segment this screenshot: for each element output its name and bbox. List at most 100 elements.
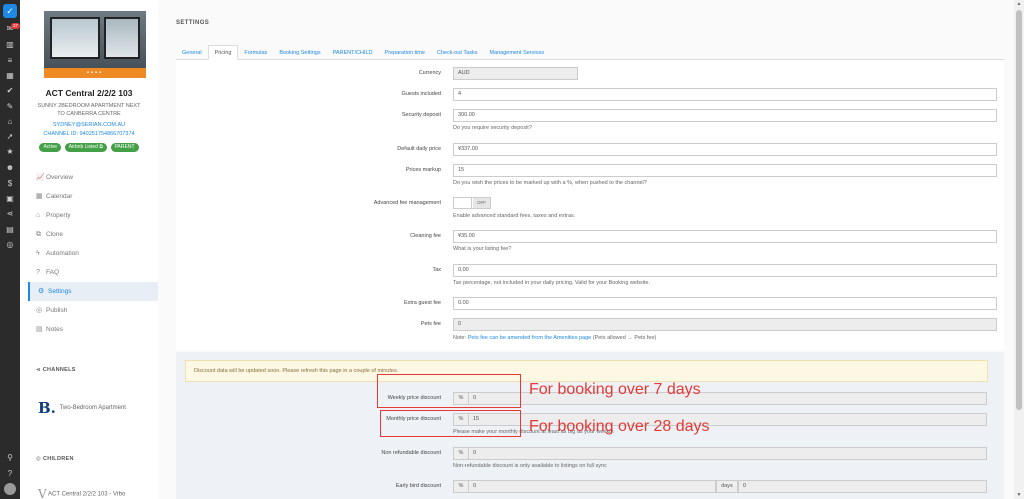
currency-select[interactable]: AUD	[453, 67, 578, 80]
non-refundable-help: Non-refundable discount is only availabl…	[453, 463, 607, 469]
daily-price-input[interactable]: ¥337.00	[453, 143, 997, 156]
tab-booking-settings[interactable]: Booking Settings	[273, 46, 326, 61]
cleaning-fee-label: Cleaning fee	[410, 233, 441, 239]
page-scrollbar[interactable]: ▲ ▼	[1014, 0, 1024, 499]
note-icon: ▤	[36, 326, 43, 333]
markup-label: Prices markup	[405, 167, 441, 173]
amenities-link[interactable]: Pets fee can be amended from the Ameniti…	[468, 335, 592, 341]
app-logo-icon[interactable]: ✓	[3, 4, 17, 18]
nav-item-property[interactable]: ⌂ Property	[28, 206, 158, 225]
chart-icon: 📈	[36, 174, 45, 181]
scrollbar-thumb[interactable]	[1016, 10, 1022, 410]
calendar-icon[interactable]: ▦	[5, 71, 15, 81]
markup-input[interactable]: 15	[453, 164, 997, 177]
tab-management-services[interactable]: Management Services	[483, 46, 550, 61]
percent-addon: %	[454, 448, 469, 459]
channel-name: Two-Bedroom Apartment	[59, 405, 126, 411]
photo-window-right	[104, 17, 140, 59]
pets-fee-input: 0	[453, 318, 997, 331]
calendar-icon: ▦	[36, 193, 43, 200]
nav-item-settings[interactable]: ⚙ Settings	[28, 282, 158, 301]
channel-id: CHANNEL ID: 940251754866707374	[43, 131, 135, 137]
share-icon[interactable]: ⋖	[5, 209, 15, 219]
non-refundable-input[interactable]: % 0	[453, 447, 987, 460]
pets-fee-help: Note: Pets fee can be amended from the A…	[453, 335, 657, 341]
deposit-input[interactable]: 300.00	[453, 109, 997, 122]
toggle-state: OFF	[473, 198, 490, 208]
advanced-fee-toggle[interactable]: OFF	[453, 197, 491, 209]
scroll-down-icon[interactable]: ▼	[1014, 491, 1024, 499]
photo-toolbar[interactable]: ▪▪▪▪	[44, 68, 146, 78]
toggle-knob	[454, 198, 472, 208]
avatar[interactable]	[4, 483, 16, 495]
property-subtitle: SUNNY 2BEDROOM APARTMENT NEXT TO CANBERR…	[37, 103, 141, 117]
tax-help: Tax percentage, not included in your dai…	[453, 280, 651, 286]
discount-alert: Discount data will be updated soon. Plea…	[185, 360, 988, 382]
extra-guest-label: Extra guest fee	[404, 300, 441, 306]
nav-item-publish[interactable]: ◎ Publish	[28, 301, 158, 320]
brush-icon[interactable]: ✎	[5, 102, 15, 112]
status-badge-active: Active	[39, 143, 62, 152]
nav-item-overview[interactable]: 📈Overview	[28, 168, 158, 187]
share-icon: ⋖	[36, 367, 43, 373]
guests-input[interactable]: 4	[453, 88, 997, 101]
nav-item-clone[interactable]: ⧉ Clone	[28, 225, 158, 244]
deposit-help: Do you require security deposit?	[453, 125, 532, 131]
property-photo[interactable]: ▪▪▪▪	[44, 11, 146, 78]
briefcase-icon[interactable]: ▣	[5, 194, 15, 204]
nav-item-automation[interactable]: ϟ Automation	[28, 244, 158, 263]
channels-heading: ⋖ CHANNELS	[36, 367, 76, 373]
cleaning-fee-input[interactable]: ¥35.00	[453, 230, 997, 243]
property-email[interactable]: SYDNEY@SERIAN.COM.AU	[20, 122, 158, 128]
home-icon: ⌂	[36, 212, 41, 219]
stats-icon[interactable]: ▥	[5, 40, 15, 50]
daily-price-label: Default daily price	[397, 146, 441, 152]
extra-guest-input[interactable]: 0.00	[453, 297, 997, 310]
users-icon[interactable]: ☻	[5, 163, 15, 173]
property-title: ACT Central 2/2/2 103	[45, 88, 133, 98]
list-icon[interactable]: ≡	[5, 56, 15, 66]
cleaning-fee-help: What is your listing fee?	[453, 246, 512, 252]
dollar-icon[interactable]: $	[5, 179, 15, 189]
tab-preparation-time[interactable]: Preparation time	[379, 46, 431, 61]
child-item[interactable]: V ACT Central 2/2/2 103 - Vrbo	[38, 487, 125, 499]
star-icon[interactable]: ★	[5, 147, 15, 157]
annotation-box-weekly	[377, 374, 521, 408]
non-refundable-label: Non refundable discount	[381, 450, 441, 456]
early-bird-label: Early bird discount	[395, 483, 441, 489]
tab-pricing[interactable]: Pricing	[207, 45, 239, 60]
tax-label: Tax	[432, 267, 441, 273]
nav-item-calendar[interactable]: ▦ Calendar	[28, 187, 158, 206]
tax-input[interactable]: 0.00	[453, 264, 997, 277]
currency-label: Currency	[418, 70, 441, 76]
gear-icon: ⚙	[38, 288, 45, 295]
annotation-weekly-note: For booking over 7 days	[529, 381, 701, 398]
tab-formulas[interactable]: Formulas	[238, 46, 273, 61]
status-badges: Active Airbnb Listed ⧉ PARENT	[20, 143, 158, 152]
early-bird-input[interactable]: % 0	[453, 480, 716, 493]
rocket-icon[interactable]: ➚	[5, 132, 15, 142]
tab-general[interactable]: General	[176, 46, 208, 61]
nav-item-notes[interactable]: ▤ Notes	[28, 320, 158, 339]
globe-icon[interactable]: ◎	[5, 240, 15, 250]
deposit-label: Security deposit	[401, 112, 441, 118]
tab-parent-child[interactable]: PARENT/CHILD	[327, 46, 379, 61]
question-icon: ?	[36, 269, 40, 276]
early-bird-days-input[interactable]: 0	[738, 480, 987, 493]
search-icon[interactable]: ⚲	[5, 453, 15, 463]
scroll-up-icon[interactable]: ▲	[1014, 0, 1024, 8]
child-name: ACT Central 2/2/2 103 - Vrbo	[48, 491, 126, 498]
status-badge-airbnb[interactable]: Airbnb Listed ⧉	[64, 143, 107, 152]
tab-checkout-tasks[interactable]: Check-out Tasks	[431, 46, 484, 61]
non-refundable-value: 0	[473, 450, 477, 456]
guests-label: Guests included	[401, 91, 441, 97]
annotation-box-monthly	[380, 410, 521, 437]
help-icon[interactable]: ?	[5, 469, 15, 479]
grid-icon[interactable]: ▤	[5, 225, 15, 235]
days-addon: days	[716, 480, 738, 493]
check-icon[interactable]: ✔	[5, 86, 15, 96]
children-heading: ◎ CHILDREN	[36, 456, 74, 462]
channel-item[interactable]: B. Two-Bedroom Apartment	[38, 399, 126, 417]
home-icon[interactable]: ⌂	[5, 117, 15, 127]
nav-item-faq[interactable]: ? FAQ	[28, 263, 158, 282]
